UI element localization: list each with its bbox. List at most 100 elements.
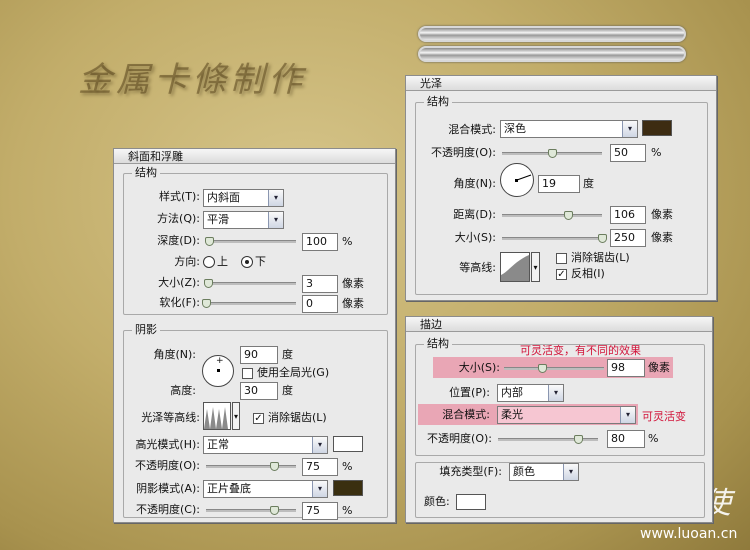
highlight-opacity-thumb[interactable] [269, 462, 279, 471]
satin-color-swatch[interactable] [642, 120, 672, 136]
fill-type-label: 填充类型(F): [439, 465, 502, 478]
stroke-size-input[interactable]: 98 [607, 359, 645, 377]
stroke-structure-label: 结构 [424, 337, 452, 351]
stroke-size-thumb[interactable] [538, 364, 547, 373]
chevron-down-icon: ▾ [620, 407, 635, 423]
highlight-mode-select[interactable]: 正常 ▾ [203, 436, 328, 454]
highlight-mode-label: 高光模式(H): [135, 438, 200, 451]
stroke-blend-value: 柔光 [501, 408, 523, 421]
shading-angle-dial[interactable]: + [202, 355, 234, 387]
distance-unit: 像素 [651, 208, 673, 221]
global-light-checkbox[interactable] [242, 368, 253, 379]
highlight-color-swatch[interactable] [333, 436, 363, 452]
stroke-blend-label: 混合模式: [442, 408, 490, 421]
satin-angle-dial[interactable] [500, 163, 534, 197]
style-select-value: 内斜面 [207, 191, 240, 204]
distance-slider[interactable] [502, 211, 602, 220]
shadow-opacity-slider[interactable] [206, 506, 296, 515]
watermark-url: www.luoan.cn [640, 526, 738, 542]
distance-input[interactable]: 106 [610, 206, 646, 224]
satin-opacity-unit: % [651, 146, 662, 159]
altitude-input[interactable]: 30 [240, 382, 278, 400]
shadow-opacity-thumb[interactable] [269, 506, 279, 515]
highlight-opacity-unit: % [342, 460, 353, 473]
satin-opacity-input[interactable]: 50 [610, 144, 646, 162]
metal-bar-bottom [418, 46, 686, 62]
bevel-size-label: 大小(Z): [158, 276, 200, 289]
invert-checkbox[interactable]: ✓ [556, 269, 567, 280]
satin-size-slider-thumb[interactable] [598, 234, 607, 243]
stroke-panel-title: 描边 [406, 317, 712, 332]
depth-slider-thumb[interactable] [204, 237, 214, 246]
stroke-opacity-thumb[interactable] [574, 435, 583, 444]
stroke-size-slider[interactable] [504, 364, 604, 373]
satin-contour-dropdown[interactable]: ▾ [531, 252, 540, 282]
bevel-emboss-panel: 斜面和浮雕 结构 样式(T): 内斜面 ▾ 方法(Q): 平滑 ▾ 深度(D):… [113, 148, 396, 523]
fill-type-select[interactable]: 颜色 ▾ [509, 463, 579, 481]
satin-blend-value: 深色 [504, 122, 526, 135]
position-select[interactable]: 内部 ▾ [497, 384, 564, 402]
satin-opacity-thumb[interactable] [548, 149, 557, 158]
shading-angle-label: 角度(N): [153, 348, 196, 361]
gloss-contour-dropdown[interactable]: ▾ [232, 402, 240, 430]
stroke-color-swatch[interactable] [456, 494, 486, 510]
stroke-opacity-input[interactable]: 80 [607, 430, 645, 448]
chevron-down-icon: ▾ [622, 121, 637, 137]
highlight-opacity-slider[interactable] [206, 462, 296, 471]
satin-angle-unit: 度 [583, 177, 594, 190]
satin-angle-input[interactable]: 19 [538, 175, 580, 193]
highlight-opacity-label: 不透明度(O): [135, 459, 200, 472]
chevron-down-icon: ▾ [548, 385, 563, 401]
style-select[interactable]: 内斜面 ▾ [203, 189, 284, 207]
shading-angle-input[interactable]: 90 [240, 346, 278, 364]
direction-up-label: 上 [217, 255, 228, 268]
invert-label: 反相(I) [571, 267, 605, 280]
metal-bar-top [418, 26, 686, 42]
satin-blend-label: 混合模式: [448, 123, 496, 136]
shading-antialias-checkbox[interactable]: ✓ [253, 413, 264, 424]
chevron-down-icon: ▾ [312, 481, 327, 497]
stroke-panel: 描边 结构 可灵活变，有不同的效果 大小(S): 98 像素 位置(P): 内部… [405, 316, 713, 523]
satin-opacity-slider[interactable] [502, 149, 602, 158]
shadow-color-swatch[interactable] [333, 480, 363, 496]
soften-input[interactable]: 0 [302, 295, 338, 313]
stroke-blend-select[interactable]: 柔光 ▾ [497, 406, 636, 424]
shading-angle-unit: 度 [282, 348, 293, 361]
shadow-opacity-input[interactable]: 75 [302, 502, 338, 520]
gloss-contour-preview[interactable] [203, 402, 231, 430]
shadow-mode-select[interactable]: 正片叠底 ▾ [203, 480, 328, 498]
altitude-label: 高度: [170, 384, 196, 397]
soften-slider-thumb[interactable] [202, 299, 211, 308]
direction-down-radio[interactable] [241, 256, 253, 268]
direction-up-radio[interactable] [203, 256, 215, 268]
bevel-size-unit: 像素 [342, 277, 364, 290]
direction-label: 方向: [174, 255, 200, 268]
bevel-size-slider-thumb[interactable] [203, 279, 213, 288]
method-select[interactable]: 平滑 ▾ [203, 211, 284, 229]
satin-blend-select[interactable]: 深色 ▾ [500, 120, 638, 138]
depth-input[interactable]: 100 [302, 233, 338, 251]
shading-antialias-label: 消除锯齿(L) [268, 411, 327, 424]
bevel-panel-title: 斜面和浮雕 [114, 149, 395, 164]
satin-size-input[interactable]: 250 [610, 229, 646, 247]
soften-slider[interactable] [202, 299, 296, 308]
satin-size-slider[interactable] [502, 234, 607, 243]
satin-contour-preview[interactable] [500, 252, 530, 282]
style-label: 样式(T): [158, 190, 200, 203]
satin-contour-label: 等高线: [459, 261, 496, 274]
satin-antialias-checkbox[interactable] [556, 253, 567, 264]
satin-panel: 光泽 结构 混合模式: 深色 ▾ 不透明度(O): 50 % 角度(N): 19… [405, 75, 717, 301]
direction-down-label: 下 [255, 255, 266, 268]
chevron-down-icon: ▾ [312, 437, 327, 453]
stroke-opacity-slider[interactable] [498, 435, 598, 444]
contour-curve-icon [204, 407, 228, 429]
chevron-down-icon: ▾ [268, 190, 283, 206]
bevel-size-input[interactable]: 3 [302, 275, 338, 293]
depth-slider[interactable] [204, 237, 296, 246]
distance-slider-thumb[interactable] [564, 211, 573, 220]
bevel-size-slider[interactable] [203, 279, 296, 288]
highlight-opacity-input[interactable]: 75 [302, 458, 338, 476]
fill-type-value: 颜色 [513, 465, 535, 478]
stroke-color-label: 颜色: [424, 495, 450, 508]
depth-unit: % [342, 235, 353, 248]
